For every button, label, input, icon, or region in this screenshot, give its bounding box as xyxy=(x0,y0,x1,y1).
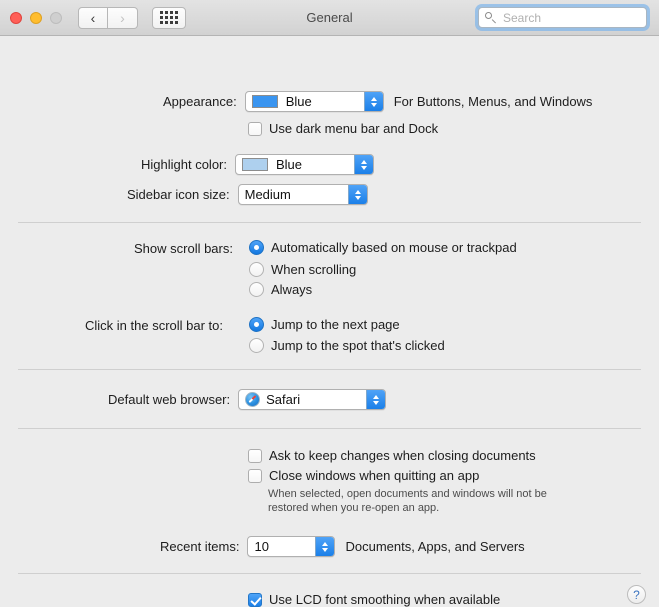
appearance-row: Appearance: Blue For Buttons, Menus, and… xyxy=(163,91,592,112)
scroll-click-label-wrap: Click in the scroll bar to: xyxy=(85,318,223,333)
scroll-bars-option-always[interactable]: Always xyxy=(249,282,312,297)
sidebar-icon-size-row: Sidebar icon size: Medium xyxy=(127,184,368,205)
close-windows-label: Close windows when quitting an app xyxy=(269,468,480,483)
appearance-stepper[interactable] xyxy=(363,92,383,111)
back-button[interactable]: ‹ xyxy=(78,6,108,29)
appearance-popup[interactable]: Blue xyxy=(244,91,384,112)
navigation-buttons: ‹ › xyxy=(78,6,138,29)
recent-items-note: Documents, Apps, and Servers xyxy=(345,539,525,554)
close-windows-hint: When selected, open documents and window… xyxy=(268,488,547,514)
minimize-button[interactable] xyxy=(30,11,42,24)
recent-items-popup[interactable]: 10 xyxy=(247,536,336,557)
scroll-click-option-label: Jump to the next page xyxy=(271,317,400,332)
scroll-bars-label-wrap: Show scroll bars: xyxy=(134,241,233,256)
scroll-click-option-next-page[interactable]: Jump to the next page xyxy=(249,317,400,332)
chevron-down-icon xyxy=(370,102,377,107)
appearance-swatch xyxy=(251,95,278,108)
chevron-down-icon xyxy=(373,400,380,405)
close-windows-row[interactable]: Close windows when quitting an app xyxy=(248,468,479,483)
chevron-down-icon xyxy=(322,547,329,552)
sidebar-icon-size-value: Medium xyxy=(244,187,291,202)
scroll-click-option-spot[interactable]: Jump to the spot that's clicked xyxy=(249,338,445,353)
font-smoothing-checkbox[interactable] xyxy=(248,592,262,607)
chevron-up-icon xyxy=(370,96,377,101)
close-windows-hint-wrap: When selected, open documents and window… xyxy=(268,487,588,515)
section-divider-2 xyxy=(18,369,641,370)
scroll-bars-option-label: Always xyxy=(271,282,313,297)
highlight-color-stepper[interactable] xyxy=(354,155,373,174)
font-smoothing-row[interactable]: Use LCD font smoothing when available xyxy=(248,592,500,607)
close-button[interactable] xyxy=(10,11,22,24)
help-button[interactable]: ? xyxy=(627,585,646,604)
scroll-click-label: Click in the scroll bar to: xyxy=(85,318,223,333)
recent-items-label: Recent items: xyxy=(160,539,240,554)
dark-menu-checkbox[interactable] xyxy=(248,121,262,136)
dark-menu-label: Use dark menu bar and Dock xyxy=(269,121,439,136)
help-label: ? xyxy=(633,587,640,602)
ask-keep-changes-row[interactable]: Ask to keep changes when closing documen… xyxy=(248,448,536,463)
section-divider-1 xyxy=(18,222,641,223)
chevron-up-icon xyxy=(354,189,361,194)
section-divider-4 xyxy=(18,573,641,574)
scroll-bars-option-auto[interactable]: Automatically based on mouse or trackpad xyxy=(249,240,517,255)
highlight-color-popup[interactable]: Blue xyxy=(235,154,374,175)
appearance-value: Blue xyxy=(285,94,312,109)
sidebar-icon-size-stepper[interactable] xyxy=(347,185,367,204)
scroll-click-option-label: Jump to the spot that's clicked xyxy=(271,338,445,353)
scroll-bars-label: Show scroll bars: xyxy=(134,241,233,256)
highlight-color-swatch xyxy=(242,158,268,171)
traffic-lights xyxy=(10,11,62,24)
font-smoothing-label: Use LCD font smoothing when available xyxy=(269,592,501,607)
recent-items-stepper[interactable] xyxy=(315,537,335,556)
sidebar-icon-size-popup[interactable]: Medium xyxy=(237,184,368,205)
highlight-color-label: Highlight color: xyxy=(141,157,227,172)
scroll-bars-option-scrolling[interactable]: When scrolling xyxy=(249,262,356,277)
chevron-down-icon xyxy=(354,195,361,200)
default-browser-row: Default web browser: Safari xyxy=(108,389,387,410)
radio-scroll-auto[interactable] xyxy=(249,240,264,255)
radio-jump-to-spot[interactable] xyxy=(249,338,264,353)
search-input[interactable] xyxy=(501,9,640,26)
grid-icon xyxy=(160,11,178,24)
forward-button[interactable]: › xyxy=(108,6,138,29)
section-divider-3 xyxy=(18,428,641,429)
scroll-bars-option-label: When scrolling xyxy=(271,262,357,277)
chevron-up-icon xyxy=(373,394,380,399)
search-field[interactable] xyxy=(478,7,647,28)
recent-items-row: Recent items: 10 Documents, Apps, and Se… xyxy=(160,536,525,557)
show-all-button[interactable] xyxy=(152,6,186,29)
sidebar-icon-size-label: Sidebar icon size: xyxy=(127,187,230,202)
chevron-down-icon xyxy=(361,165,367,170)
default-browser-stepper[interactable] xyxy=(366,390,386,409)
search-icon xyxy=(485,12,496,23)
chevron-up-icon xyxy=(361,159,367,164)
safari-icon xyxy=(245,392,261,407)
radio-scroll-always[interactable] xyxy=(249,282,264,297)
appearance-label: Appearance: xyxy=(163,94,237,109)
recent-items-value: 10 xyxy=(254,539,269,554)
default-browser-value: Safari xyxy=(266,392,301,407)
search-focus-ring xyxy=(475,4,650,31)
window-titlebar: ‹ › General xyxy=(0,0,659,36)
ask-keep-changes-label: Ask to keep changes when closing documen… xyxy=(269,448,536,463)
default-browser-popup[interactable]: Safari xyxy=(238,389,387,410)
default-browser-label: Default web browser: xyxy=(108,392,231,407)
dark-menu-checkbox-row[interactable]: Use dark menu bar and Dock xyxy=(248,121,438,136)
zoom-button[interactable] xyxy=(50,11,62,24)
preferences-content: Appearance: Blue For Buttons, Menus, and… xyxy=(0,36,659,607)
scroll-bars-option-label: Automatically based on mouse or trackpad xyxy=(271,240,517,255)
appearance-note: For Buttons, Menus, and Windows xyxy=(393,94,593,109)
close-windows-checkbox[interactable] xyxy=(248,468,262,483)
radio-scroll-when-scrolling[interactable] xyxy=(249,262,264,277)
highlight-color-row: Highlight color: Blue xyxy=(141,154,374,175)
ask-keep-changes-checkbox[interactable] xyxy=(248,448,262,463)
chevron-up-icon xyxy=(322,541,329,546)
highlight-color-value: Blue xyxy=(276,157,303,172)
radio-jump-next-page[interactable] xyxy=(249,317,264,332)
